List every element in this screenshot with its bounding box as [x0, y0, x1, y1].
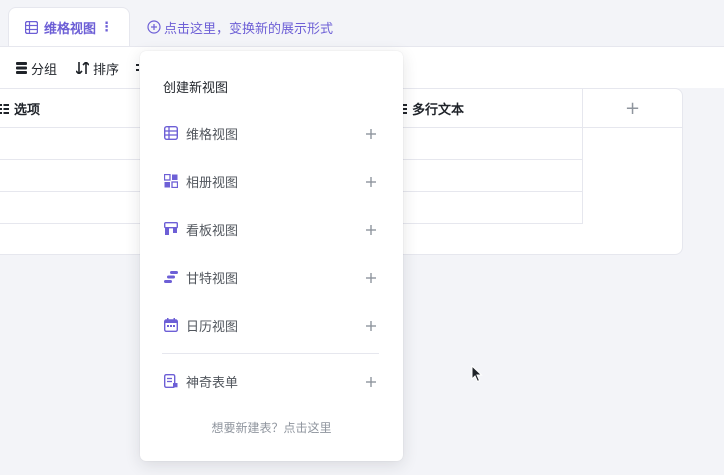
- column-header-options[interactable]: 选项: [0, 89, 40, 128]
- menu-title: 创建新视图: [163, 81, 229, 96]
- menu-item-label: 相册视图: [186, 175, 239, 191]
- plus-icon[interactable]: [364, 270, 378, 284]
- list-icon: [0, 103, 9, 114]
- tab-label: 维格视图: [44, 21, 97, 37]
- create-table-link[interactable]: 想要新建表？点击这里: [140, 419, 403, 436]
- kanban-view-icon: [164, 222, 178, 236]
- form-icon: [164, 374, 178, 388]
- add-view-link[interactable]: 点击这里，变换新的展示形式: [147, 17, 333, 37]
- grid-view-icon: [164, 126, 178, 140]
- sort-icon: [76, 62, 89, 74]
- create-view-menu: 创建新视图 维格视图 相册视图 看板视图 甘特视图 日历视图 神奇表单 想要新建…: [140, 51, 403, 461]
- more-options-icon[interactable]: ⋮: [100, 20, 113, 35]
- plus-icon[interactable]: [364, 374, 378, 388]
- column-header-label: 多行文本: [412, 103, 465, 118]
- gallery-view-icon: [164, 174, 178, 188]
- sort-label: 排序: [93, 62, 120, 78]
- column-header-multiline-text[interactable]: 多行文本: [398, 89, 464, 128]
- menu-item-label: 甘特视图: [186, 271, 239, 287]
- menu-item-kanban-view[interactable]: 看板视图: [140, 213, 403, 245]
- plus-icon[interactable]: [364, 222, 378, 236]
- tab-grid-view[interactable]: 维格视图 ⋮: [8, 7, 130, 46]
- menu-item-grid-view[interactable]: 维格视图: [140, 117, 403, 149]
- gantt-view-icon: [164, 270, 178, 284]
- group-button[interactable]: 分组: [16, 59, 58, 78]
- mouse-cursor-icon: [471, 364, 483, 383]
- menu-item-label: 神奇表单: [186, 375, 239, 391]
- menu-item-label: 看板视图: [186, 223, 239, 239]
- add-view-link-label: 点击这里，变换新的展示形式: [164, 21, 334, 37]
- sort-button[interactable]: 排序: [76, 59, 120, 78]
- column-header-label: 选项: [14, 103, 41, 118]
- view-tab-bar: 维格视图 ⋮ 点击这里，变换新的展示形式: [0, 0, 724, 46]
- group-icon: [16, 62, 27, 74]
- menu-item-form[interactable]: 神奇表单: [140, 365, 403, 397]
- plus-icon[interactable]: [364, 318, 378, 332]
- add-column-button[interactable]: +: [582, 89, 682, 128]
- plus-icon[interactable]: [364, 126, 378, 140]
- calendar-view-icon: [164, 318, 178, 332]
- menu-item-label: 日历视图: [186, 319, 239, 335]
- add-circle-icon: [147, 20, 164, 34]
- grid-view-icon: [25, 20, 38, 34]
- group-label: 分组: [31, 62, 58, 78]
- menu-item-label: 维格视图: [186, 127, 239, 143]
- plus-icon[interactable]: [364, 174, 378, 188]
- menu-item-gallery-view[interactable]: 相册视图: [140, 165, 403, 197]
- menu-item-gantt-view[interactable]: 甘特视图: [140, 261, 403, 293]
- column-divider: [582, 128, 583, 224]
- menu-divider: [162, 353, 379, 354]
- menu-item-calendar-view[interactable]: 日历视图: [140, 309, 403, 341]
